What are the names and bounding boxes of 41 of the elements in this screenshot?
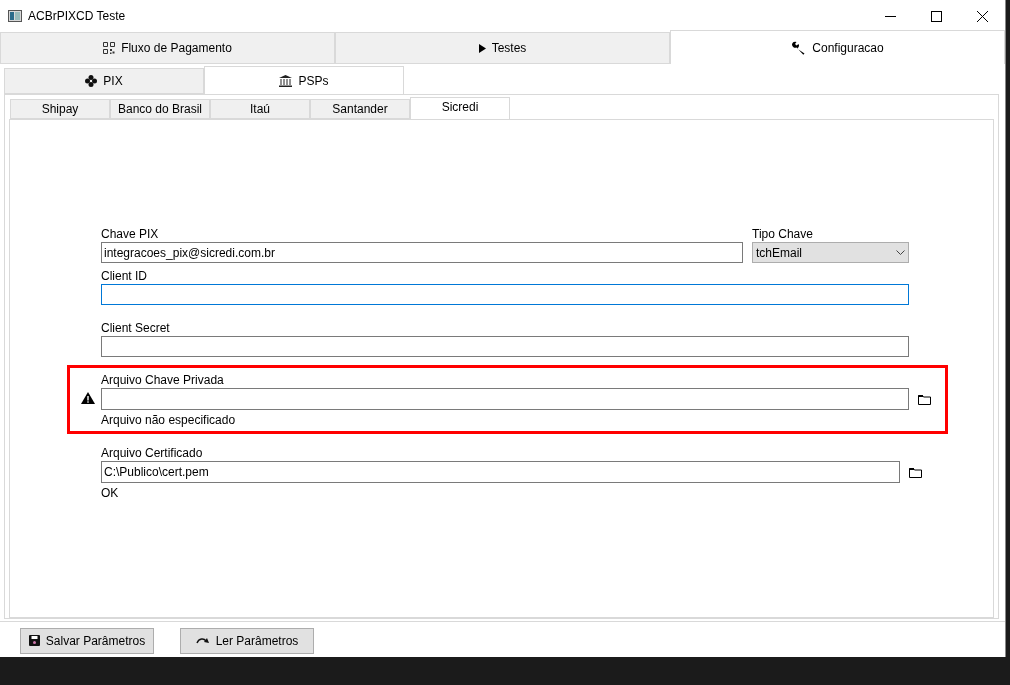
tab[interactable]: Shipay [10, 99, 110, 119]
bank-icon [279, 74, 293, 87]
file-path-field[interactable]: C:\Publico\cert.pem [101, 461, 900, 483]
field-label: Arquivo Chave Privada [101, 372, 225, 388]
close-icon [976, 10, 988, 22]
field-label: Tipo Chave [752, 226, 814, 242]
tab[interactable]: PIX [4, 68, 204, 94]
qr-code-icon [103, 42, 116, 54]
folder-icon[interactable] [918, 393, 931, 405]
tab[interactable]: Testes [335, 32, 670, 64]
tab[interactable]: Fluxo de Pagamento [0, 32, 335, 64]
minimize-icon [884, 15, 896, 17]
save-icon [28, 635, 40, 646]
wrench-icon [791, 40, 807, 55]
window-title: ACBrPIXCD Teste [28, 8, 126, 25]
folder-icon[interactable] [909, 466, 922, 478]
button[interactable]: Salvar Parâmetros [20, 627, 154, 654]
status-text: Arquivo não especificado [101, 412, 237, 429]
maximize-icon [930, 10, 942, 22]
tab[interactable]: Itaú [210, 99, 310, 119]
text-field[interactable]: integracoes_pix@sicredi.com.br [101, 242, 743, 263]
text-field[interactable] [101, 284, 909, 305]
field-label: Client ID [101, 268, 148, 284]
chevron-down-icon [896, 250, 905, 255]
tab[interactable]: Banco do Brasil [110, 99, 210, 119]
field-label: Arquivo Certificado [101, 445, 204, 461]
file-path-field[interactable] [101, 388, 909, 410]
tab[interactable]: Sicredi [410, 97, 510, 119]
button[interactable]: Ler Parâmetros [180, 627, 314, 654]
text-field[interactable] [101, 336, 909, 357]
field-label: Chave PIX [101, 226, 160, 242]
status-text: OK [101, 485, 120, 502]
field-label: Client Secret [101, 320, 171, 336]
curved-arrow-icon [195, 637, 210, 644]
play-icon [478, 43, 486, 53]
dropdown[interactable]: tchEmail [752, 242, 909, 263]
tab[interactable]: PSPs [204, 66, 404, 94]
app-icon [8, 10, 22, 22]
diamond-shape-icon [85, 75, 98, 87]
tab[interactable]: Configuracao [670, 30, 1005, 64]
tab[interactable]: Santander [310, 99, 410, 119]
